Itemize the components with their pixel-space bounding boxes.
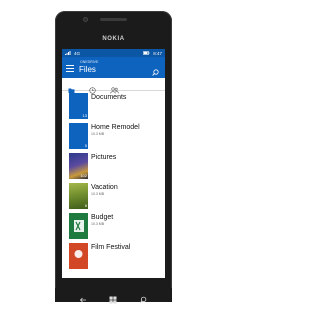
phone-frame: NOKIA 4G 8:47 ONEDRIVE Files 13 Document… <box>55 11 172 304</box>
front-camera <box>83 17 88 22</box>
powerpoint-file-icon <box>69 243 88 269</box>
signal-icon <box>65 50 71 56</box>
navigation-bar <box>55 288 172 304</box>
list-item[interactable]: 13 Documents <box>62 91 165 121</box>
list-item[interactable]: Film Festival <box>62 241 165 271</box>
item-count: 8 <box>84 203 87 208</box>
app-bar: ONEDRIVE Files <box>62 57 165 78</box>
list-item[interactable]: 8 Vacation 10.3 MB <box>62 181 165 211</box>
item-meta: 10.3 MB <box>91 222 105 226</box>
brand-logo: NOKIA <box>102 36 125 42</box>
item-count: 5 <box>84 143 87 148</box>
screen: 4G 8:47 ONEDRIVE Files 13 Documents 5 Ho… <box>62 49 165 278</box>
folder-thumbnail: 13 <box>69 93 88 119</box>
excel-file-icon <box>69 213 88 239</box>
clock-time: 8:47 <box>153 50 162 56</box>
photo-thumbnail: 102 <box>69 153 88 179</box>
item-name: Home Remodel <box>91 124 140 131</box>
tab-shared[interactable] <box>110 81 119 93</box>
list-item[interactable]: 102 Pictures <box>62 151 165 181</box>
search-icon[interactable] <box>152 63 159 76</box>
view-tabs <box>62 78 165 94</box>
file-list: 13 Documents 5 Home Remodel 10.3 MB 102 <box>62 91 165 271</box>
battery-icon <box>143 50 150 56</box>
photo-thumbnail: 8 <box>69 183 88 209</box>
back-icon[interactable] <box>79 291 87 303</box>
item-name: Pictures <box>91 154 117 161</box>
hamburger-menu-icon[interactable] <box>66 63 74 72</box>
network-label: 4G <box>74 50 81 56</box>
app-subtitle: ONEDRIVE <box>80 60 99 64</box>
item-name: Vacation <box>91 184 118 191</box>
item-name: Film Festival <box>91 244 131 251</box>
item-meta: 10.3 MB <box>91 192 105 196</box>
tab-recent[interactable] <box>89 81 96 94</box>
item-count: 102 <box>80 173 87 178</box>
list-item[interactable]: Budget 10.3 MB <box>62 211 165 241</box>
earpiece <box>100 18 127 21</box>
page-title: Files <box>79 65 96 74</box>
search-button-icon[interactable] <box>139 291 147 304</box>
item-meta: 10.3 MB <box>91 132 105 136</box>
tab-files[interactable] <box>68 81 75 93</box>
windows-start-icon[interactable] <box>109 291 117 304</box>
list-item[interactable]: 5 Home Remodel 10.3 MB <box>62 121 165 151</box>
status-bar: 4G 8:47 <box>62 49 165 57</box>
item-count: 13 <box>82 113 87 118</box>
item-name: Budget <box>91 214 114 221</box>
folder-thumbnail: 5 <box>69 123 88 149</box>
item-name: Documents <box>91 94 127 101</box>
